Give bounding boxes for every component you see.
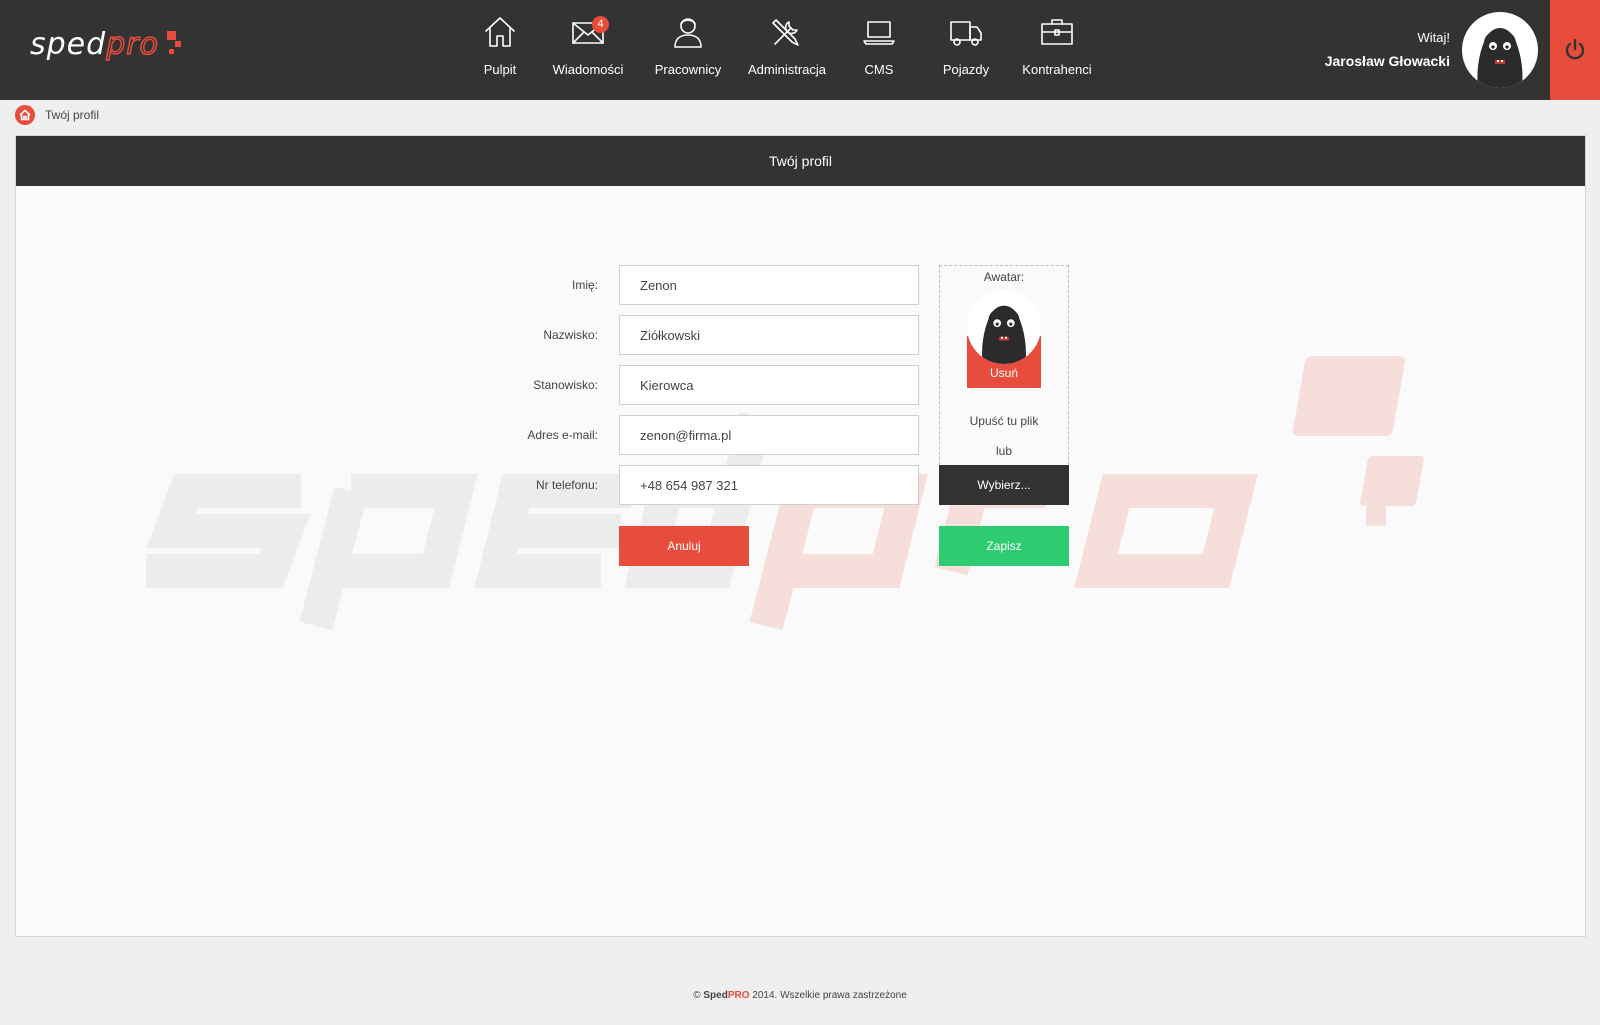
main-nav: Pulpit 4 Wiadomości Pracownicy Administr… bbox=[464, 0, 1102, 100]
cancel-button[interactable]: Anuluj bbox=[619, 526, 749, 566]
logo-text-sped: sped bbox=[30, 26, 107, 62]
choose-file-button[interactable]: Wybierz... bbox=[939, 465, 1069, 505]
nav-item-label: Kontrahenci bbox=[1022, 62, 1092, 77]
nav-item-label: Pojazdy bbox=[942, 62, 990, 77]
remove-avatar-label: Usuń bbox=[989, 366, 1018, 380]
panel-title: Twój profil bbox=[16, 136, 1585, 186]
tools-icon bbox=[772, 19, 799, 46]
copyright-symbol: © bbox=[693, 990, 701, 1001]
or-text: lub bbox=[995, 444, 1012, 458]
logout-button[interactable] bbox=[1550, 0, 1600, 100]
spedpro-logo[interactable]: sped pro bbox=[30, 24, 195, 64]
nav-item-label: CMS bbox=[864, 62, 894, 77]
unread-badge: 4 bbox=[592, 16, 609, 33]
user-greeting: Witaj! Jarosław Głowacki bbox=[1325, 30, 1450, 69]
nav-item-label: Pulpit bbox=[483, 62, 517, 77]
drop-hint: Upuść tu plik lub bbox=[940, 406, 1068, 466]
breadcrumb-current: Twój profil bbox=[45, 108, 100, 122]
nav-item-label: Administracja bbox=[747, 62, 827, 77]
avatar-title: Awatar: bbox=[983, 270, 1025, 284]
avatar-preview: Usuń bbox=[967, 290, 1041, 388]
profile-panel: Twój profil bbox=[15, 135, 1586, 937]
email-label: Adres e-mail: bbox=[527, 428, 598, 442]
email-input[interactable] bbox=[619, 415, 919, 455]
first-name-label: Imię: bbox=[571, 278, 598, 292]
nav-item-cms[interactable]: CMS bbox=[838, 0, 920, 100]
nav-item-pracownicy[interactable]: Pracownicy bbox=[640, 0, 736, 100]
phone-input[interactable] bbox=[619, 465, 919, 505]
nav-item-pulpit[interactable]: Pulpit bbox=[464, 0, 536, 100]
user-icon bbox=[674, 18, 702, 48]
footer-brand-pro: PRO bbox=[727, 990, 750, 1001]
nav-item-kontrahenci[interactable]: Kontrahenci bbox=[1012, 0, 1102, 100]
user-avatar[interactable] bbox=[1462, 12, 1538, 88]
greeting-text: Witaj! bbox=[1417, 30, 1451, 45]
zombie-avatar-icon bbox=[982, 305, 1026, 364]
power-icon bbox=[1565, 38, 1585, 60]
drop-file-text: Upuść tu plik bbox=[969, 414, 1039, 428]
home-icon bbox=[485, 17, 515, 47]
position-label: Stanowisko: bbox=[533, 378, 598, 392]
phone-label: Nr telefonu: bbox=[535, 478, 598, 492]
first-name-input[interactable] bbox=[619, 265, 919, 305]
footer-text: 2014. Wszelkie prawa zastrzeżone bbox=[752, 990, 907, 1001]
briefcase-icon bbox=[1041, 19, 1073, 45]
laptop-icon bbox=[863, 21, 895, 45]
top-bar: sped pro Pulpit 4 Wiadomości Pracownicy A… bbox=[0, 0, 1600, 100]
footer-brand-sped: Sped bbox=[703, 990, 728, 1001]
last-name-label: Nazwisko: bbox=[543, 328, 598, 342]
truck-icon bbox=[950, 21, 982, 46]
zombie-avatar-icon bbox=[1477, 28, 1523, 88]
user-name[interactable]: Jarosław Głowacki bbox=[1325, 53, 1450, 69]
footer: © SpedPRO 2014. Wszelkie prawa zastrzeżo… bbox=[0, 990, 1600, 1001]
avatar-image bbox=[967, 290, 1041, 364]
nav-item-label: Wiadomości bbox=[552, 62, 624, 77]
nav-item-pojazdy[interactable]: Pojazdy bbox=[920, 0, 1012, 100]
save-button[interactable]: Zapisz bbox=[939, 526, 1069, 566]
nav-item-label: Pracownicy bbox=[654, 62, 722, 77]
logo-text-pro: pro bbox=[105, 26, 159, 63]
breadcrumb: Twój profil bbox=[15, 105, 99, 125]
position-input[interactable] bbox=[619, 365, 919, 405]
nav-item-administracja[interactable]: Administracja bbox=[736, 0, 838, 100]
last-name-input[interactable] bbox=[619, 315, 919, 355]
nav-item-wiadomosci[interactable]: 4 Wiadomości bbox=[536, 0, 640, 100]
breadcrumb-home-icon[interactable] bbox=[15, 105, 35, 125]
logo-dots-icon bbox=[161, 29, 183, 59]
